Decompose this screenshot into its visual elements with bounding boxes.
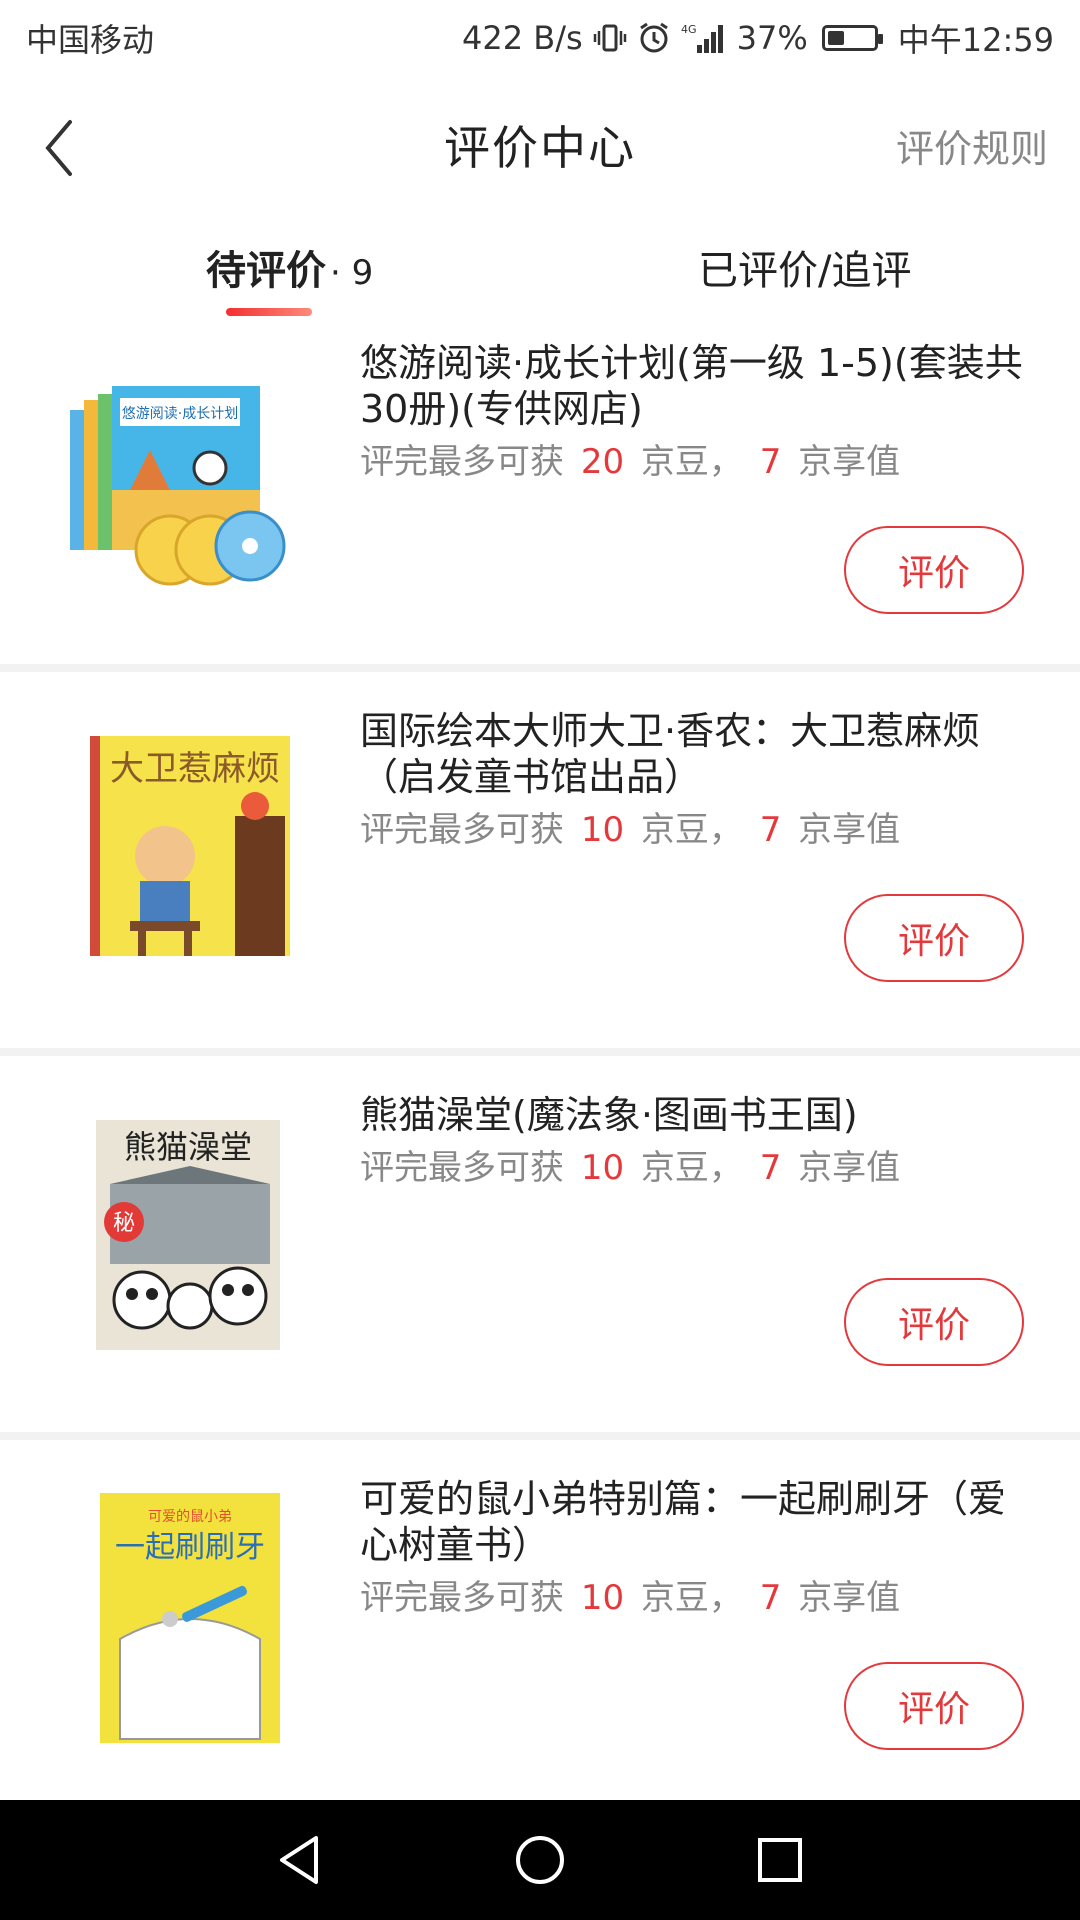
product-title[interactable]: 可爱的鼠小弟特别篇：一起刷刷牙（爱心树童书） <box>360 1476 1040 1568</box>
reward-info: 评完最多可获 10 京豆， 7 京享值 <box>360 1140 900 1189</box>
reward-info: 评完最多可获 10 京豆， 7 京享值 <box>360 802 900 851</box>
jingxiang-label: 京享值 <box>798 1578 901 1618</box>
reward-prefix: 评完最多可获 <box>360 810 564 850</box>
jingdou-count: 10 <box>580 1578 625 1618</box>
book-cover-image: 可爱的鼠小弟 一起刷刷牙 <box>100 1493 280 1743</box>
reward-prefix: 评完最多可获 <box>360 1148 564 1188</box>
review-button[interactable]: 评价 <box>844 894 1024 982</box>
app-header: 评价中心 评价规则 <box>0 76 1080 216</box>
nav-home-button[interactable] <box>500 1820 580 1900</box>
jingdou-count: 10 <box>580 810 625 850</box>
jingdou-count: 10 <box>580 1148 625 1188</box>
product-title[interactable]: 熊猫澡堂(魔法象·图画书王国) <box>360 1092 1040 1138</box>
list-item: 悠游阅读·成长计划 悠游阅读·成长计划(第一级 1-5)(套装共30册)(专供网… <box>0 330 1080 672</box>
reward-info: 评完最多可获 20 京豆， 7 京享值 <box>360 434 900 483</box>
cover-3-badge: 秘 <box>113 1211 135 1236</box>
battery-icon <box>821 25 883 51</box>
circle-home-icon <box>516 1836 564 1884</box>
triangle-back-icon <box>280 1836 318 1884</box>
cover-4-subtitle: 可爱的鼠小弟 <box>148 1509 232 1525</box>
active-tab-indicator <box>226 308 312 316</box>
product-image[interactable]: 悠游阅读·成长计划 <box>60 350 310 600</box>
pending-review-list: 悠游阅读·成长计划 悠游阅读·成长计划(第一级 1-5)(套装共30册)(专供网… <box>0 330 1080 1824</box>
list-item: 熊猫澡堂 秘 熊猫澡堂(魔法象·图画书王国) 评完最多可获 10 京豆， 7 京… <box>0 1056 1080 1440</box>
review-tabs: 待评价 · 9 已评价/追评 <box>0 220 1080 320</box>
cover-2-title: 大卫惹麻烦 <box>110 749 280 789</box>
cover-3-title: 熊猫澡堂 <box>124 1128 252 1166</box>
tab-pending[interactable]: 待评价 · 9 <box>206 238 373 296</box>
product-title[interactable]: 悠游阅读·成长计划(第一级 1-5)(套装共30册)(专供网店) <box>360 340 1040 432</box>
tab-reviewed[interactable]: 已评价/追评 <box>698 238 911 296</box>
clock: 中午12:59 <box>897 21 1054 59</box>
system-nav-bar <box>0 1800 1080 1920</box>
reward-info: 评完最多可获 10 京豆， 7 京享值 <box>360 1570 900 1619</box>
vibrate-icon <box>593 21 627 55</box>
product-image[interactable]: 大卫惹麻烦 <box>60 726 310 976</box>
jingxiang-label: 京享值 <box>798 1148 901 1188</box>
battery-percent: 37% <box>736 19 808 57</box>
alarm-icon <box>637 21 671 55</box>
jingxiang-count: 7 <box>759 1578 782 1618</box>
screen: 中国移动 422 B/s 4G 37% 中午12:59 评价中心 评价规则 待评… <box>0 0 1080 1920</box>
product-image[interactable]: 可爱的鼠小弟 一起刷刷牙 <box>60 1493 310 1744</box>
tab-pending-label: 待评价 <box>206 248 326 294</box>
jingdou-label: 京豆， <box>640 1148 743 1188</box>
square-recents-icon <box>758 1838 802 1882</box>
list-item: 可爱的鼠小弟 一起刷刷牙 可爱的鼠小弟特别篇：一起刷刷牙（爱心树童书） 评完最多… <box>0 1440 1080 1824</box>
svg-text:4G: 4G <box>681 23 697 36</box>
jingxiang-count: 7 <box>759 810 782 850</box>
cover-1-title: 悠游阅读·成长计划 <box>122 405 238 422</box>
jingxiang-count: 7 <box>759 442 782 482</box>
reward-prefix: 评完最多可获 <box>360 442 564 482</box>
jingxiang-label: 京享值 <box>798 442 901 482</box>
nav-back-button[interactable] <box>260 1820 340 1900</box>
status-indicators: 422 B/s 4G 37% 中午12:59 <box>462 15 1054 61</box>
carrier-label: 中国移动 <box>26 21 155 59</box>
jingdou-count: 20 <box>580 442 625 482</box>
reward-prefix: 评完最多可获 <box>360 1578 564 1618</box>
jingxiang-label: 京享值 <box>798 810 901 850</box>
book-cover-image: 大卫惹麻烦 <box>90 736 290 956</box>
status-bar: 中国移动 422 B/s 4G 37% 中午12:59 <box>0 0 1080 76</box>
jingxiang-count: 7 <box>759 1148 782 1188</box>
jingdou-label: 京豆， <box>640 810 743 850</box>
review-rules-link[interactable]: 评价规则 <box>896 118 1048 173</box>
cover-4-title: 一起刷刷牙 <box>115 1530 265 1565</box>
product-image[interactable]: 熊猫澡堂 秘 <box>60 1110 310 1360</box>
nav-recents-button[interactable] <box>740 1820 820 1900</box>
book-set-cover-image: 悠游阅读·成长计划 <box>70 386 286 586</box>
review-button[interactable]: 评价 <box>844 526 1024 614</box>
review-button[interactable]: 评价 <box>844 1278 1024 1366</box>
review-button[interactable]: 评价 <box>844 1662 1024 1750</box>
list-item: 大卫惹麻烦 国际绘本大师大卫·香农：大卫惹麻烦（启发童书馆出品） 评完最多可获 … <box>0 672 1080 1056</box>
tab-pending-count: · 9 <box>330 253 374 293</box>
jingdou-label: 京豆， <box>640 1578 743 1618</box>
product-title[interactable]: 国际绘本大师大卫·香农：大卫惹麻烦（启发童书馆出品） <box>360 708 1040 800</box>
signal-icon: 4G <box>681 21 727 55</box>
book-cover-image: 熊猫澡堂 秘 <box>96 1120 280 1350</box>
network-speed: 422 B/s <box>461 19 583 57</box>
jingdou-label: 京豆， <box>640 442 743 482</box>
